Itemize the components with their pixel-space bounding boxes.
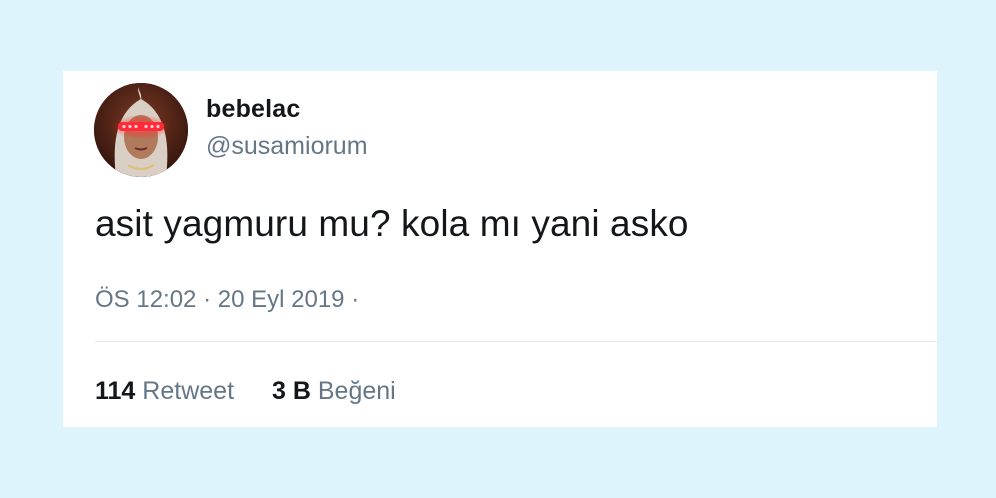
avatar[interactable] <box>94 83 188 177</box>
divider <box>95 341 937 342</box>
retweet-stat[interactable]: 114 Retweet <box>95 377 234 405</box>
meta-trailing-separator: · <box>351 286 360 313</box>
tweet-date[interactable]: 20 Eyl 2019 <box>218 286 345 313</box>
tweet-timestamp[interactable]: ÖS 12:02 · 20 Eyl 2019 · <box>95 286 359 314</box>
retweet-label: Retweet <box>142 377 235 405</box>
like-label: Beğeni <box>317 377 396 405</box>
tweet-text: asit yagmuru mu? kola mı yani asko <box>95 203 689 244</box>
like-stat[interactable]: 3 B Beğeni <box>272 377 396 405</box>
engagement-stats: 114 Retweet 3 B Beğeni <box>95 377 396 406</box>
display-name[interactable]: bebelac <box>206 95 301 124</box>
like-count: 3 B <box>272 377 311 405</box>
retweet-count: 114 <box>95 377 136 405</box>
meta-separator: · <box>203 286 212 313</box>
tweet-time[interactable]: ÖS 12:02 <box>95 286 196 313</box>
avatar-image <box>94 83 188 177</box>
user-handle[interactable]: @susamiorum <box>206 132 368 161</box>
tweet-card: bebelac @susamiorum asit yagmuru mu? kol… <box>63 71 937 427</box>
